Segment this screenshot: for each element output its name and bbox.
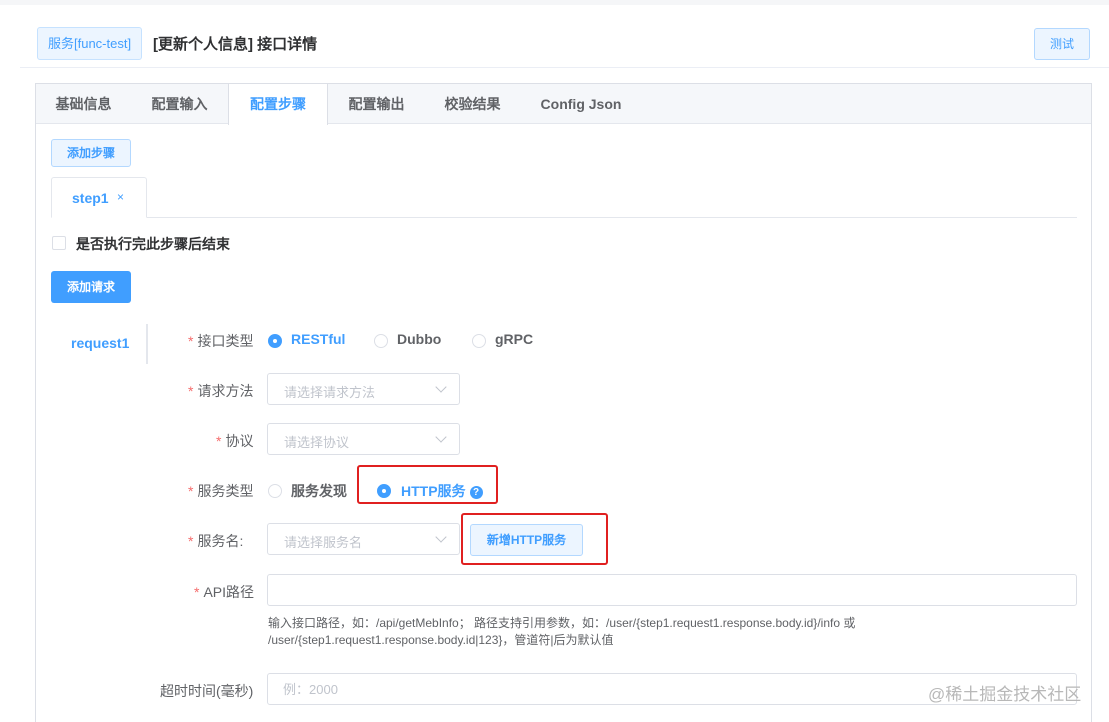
close-icon[interactable]: × xyxy=(117,190,124,204)
step-tab-step1[interactable]: step1 × xyxy=(51,177,147,218)
watermark: @稀土掘金技术社区 xyxy=(928,685,1082,704)
interface-type-label: * 接口类型 xyxy=(188,333,254,349)
protocol-label: * 协议 xyxy=(216,433,254,449)
service-tag: 服务[func-test] xyxy=(37,27,143,60)
header-top-strip xyxy=(0,0,1109,5)
method-select[interactable]: 请选择请求方法 xyxy=(267,373,460,405)
api-path-hint: 输入接口路径，如：/api/getMebInfo； 路径支持引用参数，如：/us… xyxy=(268,615,908,649)
page-header: 服务[func-test] [更新个人信息] 接口详情 测试 xyxy=(0,0,1109,68)
radio-http-service[interactable] xyxy=(377,484,391,498)
service-name-select-placeholder: 请选择服务名 xyxy=(284,535,363,550)
tab-config-steps[interactable]: 配置步骤 xyxy=(228,84,328,125)
step-tabs: step1 × xyxy=(51,177,1077,218)
radio-dubbo[interactable] xyxy=(374,334,388,348)
radio-dubbo-label[interactable]: Dubbo xyxy=(397,331,441,347)
end-after-step-checkbox[interactable] xyxy=(52,236,66,250)
radio-restful-label[interactable]: RESTful xyxy=(291,331,345,347)
method-label: * 请求方法 xyxy=(188,383,254,399)
request-nav: request1 xyxy=(51,324,148,364)
test-button[interactable]: 测试 xyxy=(1034,28,1090,60)
tab-config-json[interactable]: Config Json xyxy=(520,84,642,124)
service-name-select[interactable]: 请选择服务名 xyxy=(267,523,460,555)
service-name-label: * 服务名: xyxy=(188,533,244,549)
required-mark: * xyxy=(188,333,194,349)
detail-card: 基础信息 配置输入 配置步骤 配置输出 校验结果 Config Json 添加步… xyxy=(35,83,1092,722)
request-nav-item-request1[interactable]: request1 xyxy=(71,335,129,351)
radio-grpc[interactable] xyxy=(472,334,486,348)
add-request-button[interactable]: 添加请求 xyxy=(51,271,132,303)
header-divider xyxy=(20,67,1109,68)
end-after-step-label: 是否执行完此步骤后结束 xyxy=(76,236,230,252)
radio-restful[interactable] xyxy=(268,334,282,348)
method-select-placeholder: 请选择请求方法 xyxy=(284,385,376,400)
radio-service-discovery-label[interactable]: 服务发现 xyxy=(291,481,347,501)
step-tab-label: step1 xyxy=(72,190,109,206)
tab-config-output[interactable]: 配置输出 xyxy=(328,84,425,124)
tab-config-input[interactable]: 配置输入 xyxy=(131,84,228,124)
add-step-button[interactable]: 添加步骤 xyxy=(51,139,132,167)
help-icon[interactable]: ? xyxy=(469,486,483,499)
page-title: [更新个人信息] 接口详情 xyxy=(153,36,318,53)
tab-basic-info[interactable]: 基础信息 xyxy=(36,84,131,124)
new-http-service-button[interactable]: 新增HTTP服务 xyxy=(470,524,583,556)
chevron-down-icon xyxy=(435,531,447,543)
service-type-label: * 服务类型 xyxy=(188,483,254,499)
api-path-label: * API路径 xyxy=(194,584,255,600)
chevron-down-icon xyxy=(435,381,447,393)
api-path-input[interactable] xyxy=(267,574,1077,606)
radio-http-service-label[interactable]: HTTP服务? xyxy=(401,481,483,501)
protocol-select[interactable]: 请选择协议 xyxy=(267,423,460,455)
api-path-hint-line2: /user/{step1.request1.response.body.id|1… xyxy=(268,633,614,647)
chevron-down-icon xyxy=(435,431,447,443)
api-path-hint-line1: 输入接口路径，如：/api/getMebInfo； 路径支持引用参数，如：/us… xyxy=(268,616,856,630)
radio-service-discovery[interactable] xyxy=(268,484,282,498)
tab-validation-result[interactable]: 校验结果 xyxy=(425,84,520,124)
radio-grpc-label[interactable]: gRPC xyxy=(495,331,533,347)
protocol-select-placeholder: 请选择协议 xyxy=(284,435,350,450)
timeout-label: 超时时间(毫秒) xyxy=(160,683,254,699)
tab-bar: 基础信息 配置输入 配置步骤 配置输出 校验结果 Config Json xyxy=(36,84,1091,125)
